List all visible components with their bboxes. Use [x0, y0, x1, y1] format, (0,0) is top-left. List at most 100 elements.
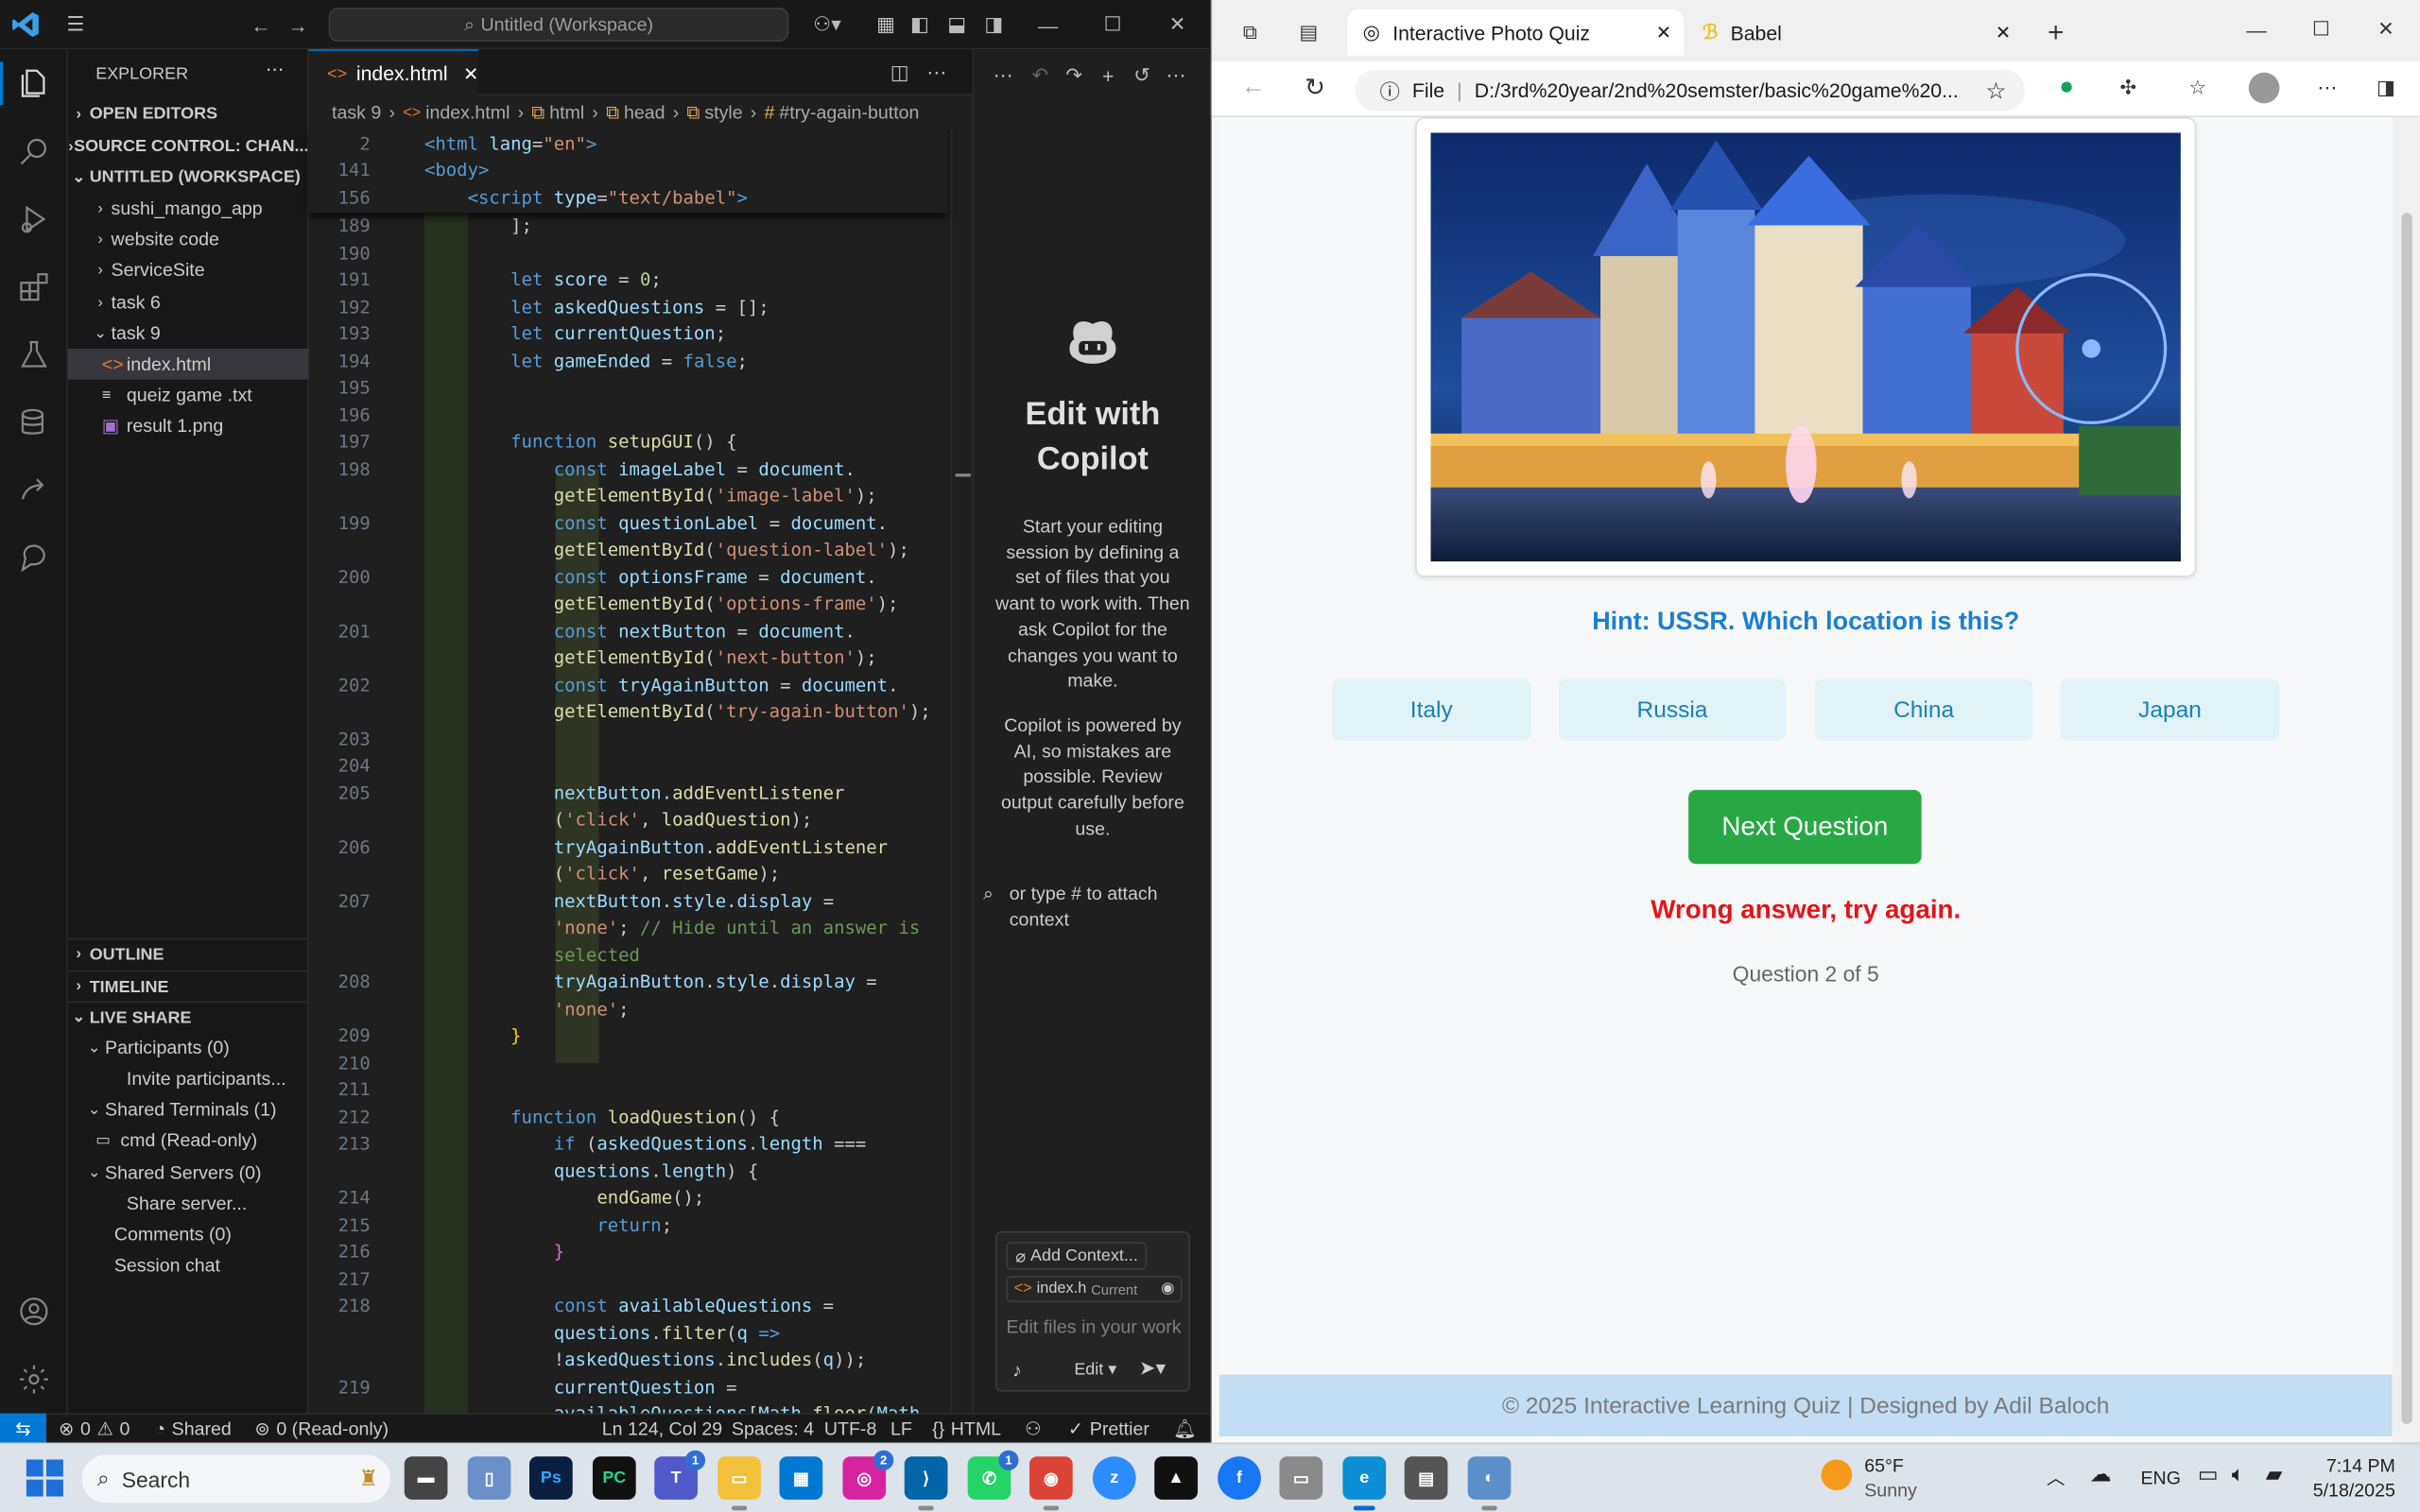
option-button-japan[interactable]: Japan — [2060, 679, 2280, 741]
live-share-section[interactable]: ⌄ LIVE SHARE — [67, 1001, 309, 1033]
onedrive-icon[interactable]: ☁ — [2090, 1461, 2112, 1487]
close-tab-icon[interactable]: ✕ — [1996, 22, 2011, 43]
outline-section[interactable]: › OUTLINE — [67, 937, 309, 970]
cursor-position[interactable]: Ln 124, Col 29 — [602, 1418, 722, 1439]
notifications-bell-icon[interactable]: 🔔︎ — [1173, 1418, 1197, 1439]
shared-terminals-item[interactable]: ⌄ Shared Terminals (1) — [68, 1094, 309, 1125]
tree-item-file[interactable]: ▣ result 1.png — [68, 410, 309, 441]
prettier-status[interactable]: ✓ Prettier — [1068, 1418, 1150, 1439]
back-arrow-icon[interactable]: ← — [1239, 74, 1267, 101]
refresh-icon[interactable]: ↻ — [1301, 74, 1328, 102]
close-tab-icon[interactable]: ✕ — [1656, 22, 1671, 43]
session-chat-item[interactable]: Session chat — [68, 1249, 309, 1280]
clock-time[interactable]: 7:14 PM — [2315, 1455, 2395, 1477]
forward-arrow-icon[interactable]: → — [284, 10, 311, 38]
show-hidden-icons[interactable]: ︿ — [2047, 1464, 2066, 1490]
editor-scrollbar[interactable] — [950, 129, 973, 1414]
option-button-russia[interactable]: Russia — [1558, 679, 1786, 741]
calculator-icon[interactable]: ▤ — [1404, 1456, 1448, 1500]
language-mode[interactable]: {} HTML — [932, 1418, 1001, 1439]
settings-gear-icon[interactable] — [12, 1358, 56, 1401]
input-language[interactable]: ENG — [2140, 1468, 2180, 1489]
end-of-line[interactable]: LF — [890, 1418, 912, 1439]
history-icon[interactable]: ↺ — [1128, 61, 1155, 89]
testing-icon[interactable] — [12, 334, 56, 377]
close-tab-icon[interactable]: ✕ — [463, 62, 478, 84]
maximize-icon[interactable]: ☐ — [1098, 10, 1126, 38]
invite-participants-item[interactable]: Invite participants... — [68, 1063, 309, 1094]
vscode-taskbar-icon[interactable]: ⟩ — [904, 1456, 948, 1511]
ports-status[interactable]: ⊚ 0 (Read-only) — [254, 1418, 389, 1439]
weather-temp[interactable]: 65°F — [1864, 1455, 1904, 1477]
breadcrumb-item[interactable]: task 9 — [332, 102, 381, 124]
toggle-secondary-sidebar-icon[interactable]: ◨ — [980, 10, 1008, 38]
search-icon[interactable] — [12, 129, 56, 173]
accounts-icon[interactable] — [12, 1290, 56, 1333]
affinity-icon[interactable]: ▲ — [1154, 1456, 1198, 1500]
network-icon[interactable]: ▭ — [2198, 1461, 2219, 1487]
tree-item-folder[interactable]: › sushi_mango_app — [68, 193, 309, 224]
zoom-icon[interactable]: z — [1092, 1456, 1136, 1500]
microsoft-store-icon[interactable]: ▦ — [779, 1456, 823, 1500]
tree-item-file[interactable]: ≡ queiz game .txt — [68, 380, 309, 411]
settings-more-icon[interactable]: ⋯ — [2313, 74, 2341, 101]
tree-item-folder-open[interactable]: ⌄ task 9 — [68, 318, 309, 349]
remote-icon[interactable]: ⇆ — [0, 1413, 46, 1443]
more-actions-icon[interactable]: ⋯ — [266, 59, 285, 80]
live-share-icon[interactable] — [12, 469, 56, 512]
eye-icon[interactable]: ◉ — [1161, 1280, 1174, 1297]
battery-icon[interactable]: ▰ — [2266, 1461, 2283, 1487]
extensions-icon[interactable] — [12, 266, 56, 309]
copilot-input-box[interactable]: ⌀ Add Context... <> index.h Current ◉ Edit f… — [995, 1230, 1190, 1392]
windows-start-icon[interactable] — [26, 1459, 63, 1497]
tab-babel[interactable]: ℬ Babel ✕ — [1686, 9, 2023, 56]
code-editor[interactable]: <> index.html ✕ ◫ ⋯ task 9 › <> index.htm… — [308, 49, 973, 1424]
clock-date[interactable]: 5/18/2025 — [2306, 1480, 2395, 1502]
new-session-icon[interactable]: + — [1095, 61, 1122, 89]
shared-servers-item[interactable]: ⌄ Shared Servers (0) — [68, 1157, 309, 1188]
minimize-icon[interactable]: — — [1034, 10, 1062, 38]
instagram-icon[interactable]: ◎ 2 — [842, 1450, 894, 1500]
sidebar-toggle-icon[interactable]: ◨ — [2372, 74, 2399, 101]
send-icon[interactable]: ➤▾ — [1139, 1356, 1166, 1381]
tab-index-html[interactable]: <> index.html ✕ — [308, 49, 478, 96]
file-explorer-icon[interactable]: ▭ — [717, 1456, 761, 1511]
breadcrumb-item[interactable]: html — [549, 102, 584, 124]
facebook-icon[interactable]: f — [1218, 1456, 1261, 1500]
explorer-icon[interactable] — [12, 61, 56, 105]
photoshop-icon[interactable]: Ps — [528, 1456, 573, 1500]
comments-item[interactable]: Comments (0) — [68, 1219, 309, 1250]
participants-item[interactable]: ⌄ Participants (0) — [68, 1032, 309, 1063]
source-control-section[interactable]: › SOURCE CONTROL: CHAN... — [68, 131, 308, 163]
breadcrumb-item[interactable]: style — [704, 102, 742, 124]
customize-layout-icon[interactable]: ▦ — [872, 10, 899, 38]
favorite-star-icon[interactable]: ☆ — [1985, 77, 2006, 104]
workspaces-icon[interactable]: ⧉ — [1236, 19, 1264, 46]
extensions-puzzle-icon[interactable]: ✣ — [2115, 74, 2142, 101]
run-debug-icon[interactable] — [12, 198, 56, 241]
mode-select[interactable]: Edit ▾ — [1074, 1359, 1116, 1380]
copilot-chat-icon[interactable] — [12, 537, 56, 580]
toggle-sidebar-icon[interactable]: ◧ — [906, 10, 933, 38]
app-icon[interactable]: ▭ — [1279, 1456, 1323, 1500]
microphone-icon[interactable]: ♪ — [1012, 1359, 1022, 1381]
tab-interactive-photo-quiz[interactable]: ◎ Interactive Photo Quiz ✕ — [1347, 9, 1685, 56]
chrome-icon[interactable]: ◉ — [1028, 1456, 1073, 1511]
tree-item-folder[interactable]: › ServiceSite — [68, 254, 309, 285]
open-editors-section[interactable]: › OPEN EDITORS — [68, 98, 309, 129]
volume-icon[interactable]: 🔈︎ — [2232, 1461, 2245, 1487]
other-app-icon[interactable]: ◐ — [1467, 1456, 1512, 1511]
tree-item-folder[interactable]: › task 6 — [68, 287, 309, 318]
option-button-china[interactable]: China — [1814, 679, 2033, 741]
copilot-status-icon[interactable]: ⚇ — [1025, 1418, 1042, 1439]
more-icon[interactable]: ⋯ — [1162, 61, 1189, 89]
database-icon[interactable] — [12, 401, 56, 444]
url-field[interactable]: ⓘ File | D:/3rd%20year/2nd%20semster/bas… — [1355, 69, 2026, 112]
tree-item-folder[interactable]: › website code — [68, 224, 309, 255]
breadcrumb-item[interactable]: index.html — [425, 102, 510, 124]
command-center-search[interactable]: ⌕ Untitled (Workspace) — [328, 8, 789, 43]
toggle-panel-icon[interactable]: ⬓ — [943, 10, 971, 38]
task-view-icon[interactable]: ▬ — [404, 1456, 448, 1500]
page-scrollbar[interactable] — [2392, 117, 2420, 1443]
maximize-icon[interactable]: ☐ — [2308, 15, 2335, 43]
